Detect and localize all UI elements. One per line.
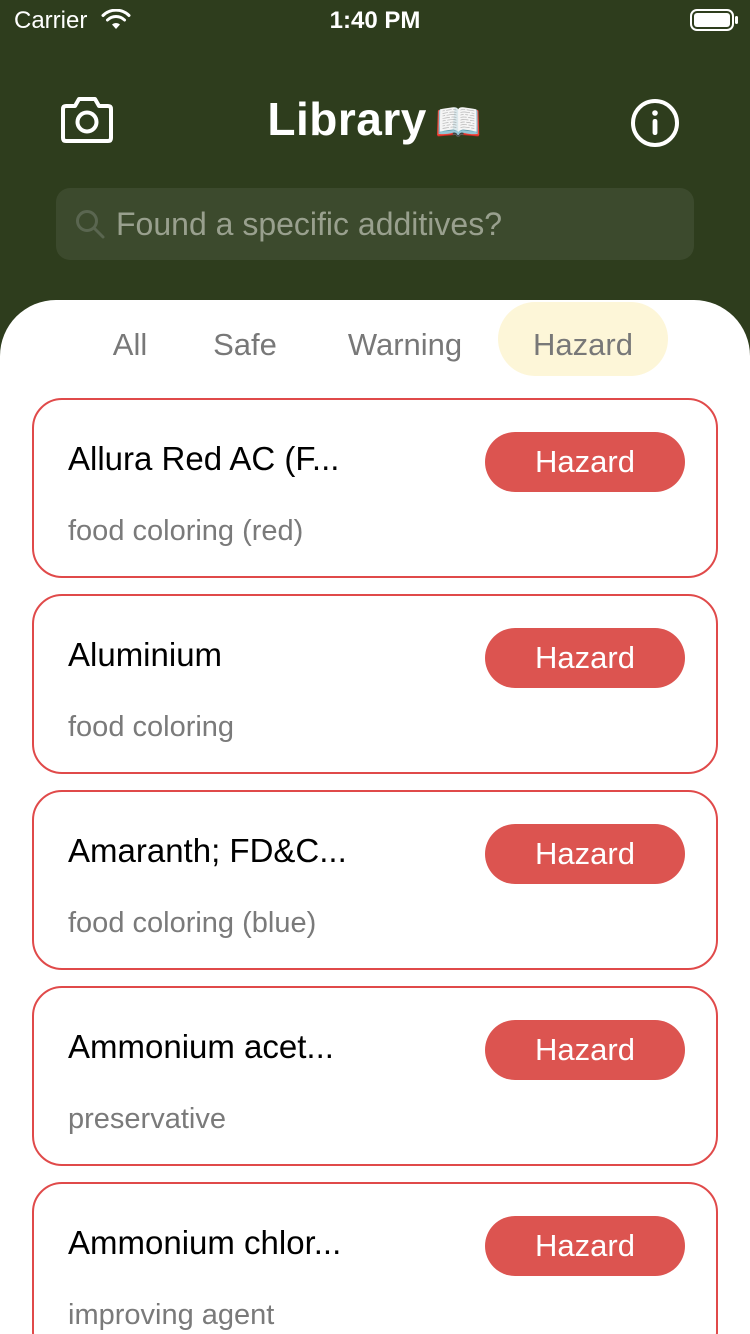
hazard-badge: Hazard [485, 824, 685, 884]
additive-card[interactable]: Allura Red AC (F... food coloring (red) … [32, 398, 718, 578]
battery-icon [690, 9, 738, 31]
tab-hazard[interactable]: Hazard [498, 302, 668, 376]
additive-description: food coloring (blue) [68, 907, 317, 939]
additive-card[interactable]: Ammonium chlor... improving agent Hazard [32, 1182, 718, 1334]
filter-tabs: All Safe Warning Hazard [0, 300, 750, 380]
additive-name: Allura Red AC (F... [68, 440, 340, 477]
tab-warning[interactable]: Warning [330, 302, 480, 376]
additive-card[interactable]: Aluminium food coloring Hazard [32, 594, 718, 774]
search-input[interactable] [116, 188, 676, 260]
additive-description: food coloring [68, 711, 235, 743]
hazard-badge: Hazard [485, 1020, 685, 1080]
additive-name: Ammonium acet... [68, 1028, 334, 1065]
library-screen: Carrier 1:40 PM Library 📖 Found a specif… [0, 0, 750, 1334]
tab-all[interactable]: All [96, 302, 164, 376]
additive-name: Ammonium chlor... [68, 1224, 342, 1261]
header: Library 📖 [0, 70, 750, 180]
additive-description: improving agent [68, 1299, 275, 1331]
content-sheet: All Safe Warning Hazard Allura Red AC (F… [0, 300, 750, 1334]
search-icon [76, 210, 105, 239]
additive-card[interactable]: Ammonium acet... preservative Hazard [32, 986, 718, 1166]
book-icon: 📖 [434, 102, 483, 144]
hazard-badge: Hazard [485, 628, 685, 688]
tab-safe[interactable]: Safe [195, 302, 295, 376]
search-bar [56, 188, 694, 260]
hazard-badge: Hazard [485, 432, 685, 492]
hazard-badge: Hazard [485, 1216, 685, 1276]
info-icon[interactable] [630, 98, 680, 148]
additive-description: food coloring (red) [68, 515, 304, 547]
additive-description: preservative [68, 1103, 226, 1135]
status-bar: Carrier 1:40 PM [0, 0, 750, 40]
additive-card[interactable]: Amaranth; FD&C... food coloring (blue) H… [32, 790, 718, 970]
additive-name: Amaranth; FD&C... [68, 832, 347, 869]
clock: 1:40 PM [329, 7, 421, 34]
additive-name: Aluminium [68, 636, 223, 673]
page-title-text: Library [267, 93, 427, 145]
